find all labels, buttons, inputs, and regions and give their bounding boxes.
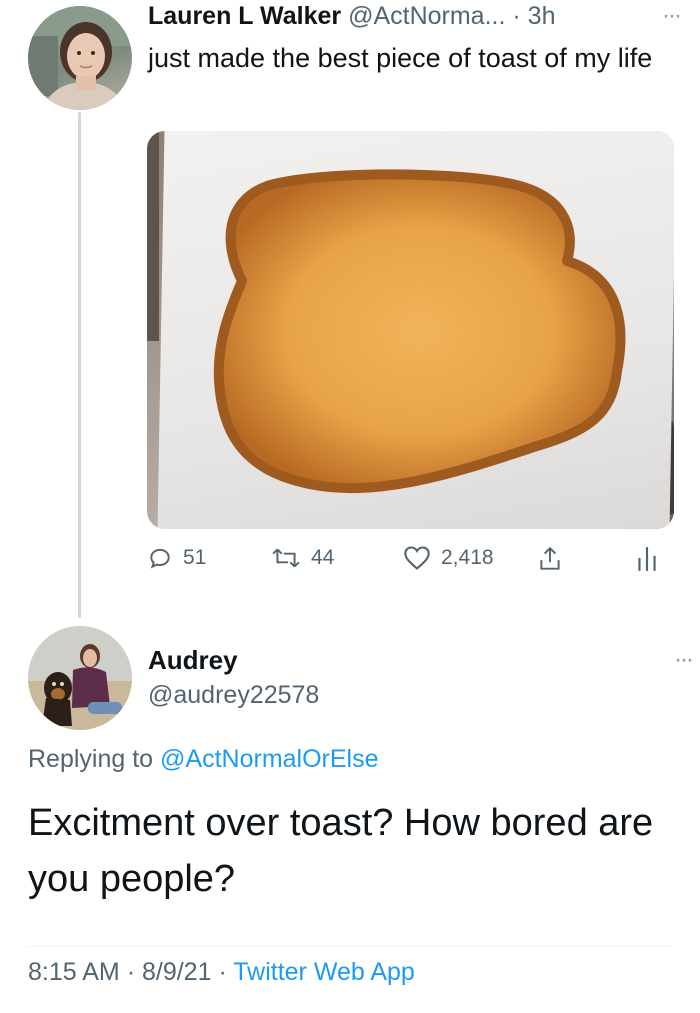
- replying-to: Replying to @ActNormalOrElse: [28, 745, 379, 774]
- share-action[interactable]: [537, 545, 563, 573]
- retweet-icon: [272, 548, 300, 568]
- like-action[interactable]: 2,418: [403, 545, 494, 571]
- retweet-count: 44: [311, 546, 335, 569]
- reply-author-handle[interactable]: @audrey22578: [148, 681, 319, 710]
- meta-separator: ·: [218, 958, 227, 986]
- divider: [28, 946, 672, 947]
- tweet-time[interactable]: 3h: [528, 2, 556, 30]
- reply-text: Excitment over toast? How bored are you …: [28, 802, 654, 900]
- reply-count: 51: [183, 546, 207, 569]
- like-icon: [404, 546, 430, 570]
- tweet-text: just made the best piece of toast of my …: [148, 43, 653, 73]
- separator: ·: [512, 2, 521, 30]
- avatar-lauren[interactable]: [28, 6, 132, 110]
- author-name[interactable]: Lauren L Walker: [148, 2, 341, 30]
- reply-icon: [150, 548, 170, 569]
- reply-source[interactable]: Twitter Web App: [233, 958, 415, 986]
- retweet-action[interactable]: 44: [271, 545, 334, 571]
- reply-date[interactable]: 8/9/21: [142, 958, 212, 986]
- more-icon[interactable]: ···: [662, 2, 682, 30]
- tweet-header: Lauren L Walker @ActNorma... · 3h ···: [148, 2, 688, 36]
- analytics-action[interactable]: [635, 545, 659, 573]
- thread-line: [78, 112, 81, 618]
- more-icon[interactable]: ···: [674, 646, 694, 674]
- like-count: 2,418: [441, 546, 494, 569]
- toast-image: [147, 131, 626, 494]
- tweet-image[interactable]: [147, 131, 674, 529]
- analytics-icon: [638, 547, 656, 571]
- avatar-audrey[interactable]: [28, 626, 132, 730]
- avatar-photo: [28, 6, 132, 110]
- meta-separator: ·: [126, 958, 136, 986]
- share-icon: [540, 546, 560, 570]
- replying-to-mention[interactable]: @ActNormalOrElse: [160, 745, 378, 773]
- tweet-actions: 51 44 2,418: [147, 545, 667, 585]
- reply-time[interactable]: 8:15 AM: [28, 958, 120, 986]
- reply-author-name[interactable]: Audrey: [148, 645, 238, 676]
- replying-prefix: Replying to: [28, 745, 154, 773]
- reply-action[interactable]: 51: [147, 545, 206, 571]
- avatar-photo: [28, 626, 132, 730]
- author-handle[interactable]: @ActNorma...: [348, 2, 505, 30]
- tweet-meta: 8:15 AM · 8/9/21 · Twitter Web App: [28, 958, 415, 987]
